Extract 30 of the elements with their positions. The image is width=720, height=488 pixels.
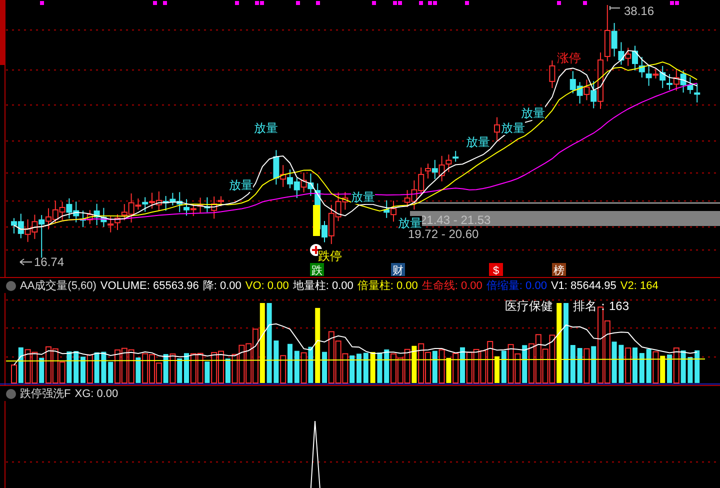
indicator-title: AA成交量(5,60) bbox=[20, 278, 96, 293]
signal-label: 放量 bbox=[229, 178, 253, 192]
indicator-value: V1: 85644.95 bbox=[550, 280, 616, 292]
signal-label: 放量 bbox=[254, 121, 278, 135]
signal-badge: 跌 bbox=[310, 263, 324, 277]
price-label: 16.74 bbox=[34, 255, 64, 269]
sector-rank: 排名：163 bbox=[573, 298, 630, 315]
price-label: 19.72 - 20.60 bbox=[408, 227, 479, 241]
indicator-value: 降: 0.00 bbox=[202, 279, 242, 293]
signal-label: 放量 bbox=[521, 106, 545, 120]
indicator-value: V2: 164 bbox=[620, 280, 658, 292]
signal-label: 放量 bbox=[398, 216, 422, 230]
indicator-value: VO: 0.00 bbox=[245, 280, 289, 292]
indicator-value: VOLUME: 65563.96 bbox=[100, 280, 199, 292]
signal-label: 放量 bbox=[501, 121, 525, 135]
sector-name: 医疗保健 bbox=[505, 298, 553, 315]
indicator-value: 倍缩量: 0.00 bbox=[486, 278, 547, 293]
signal-label: 跌停 bbox=[318, 249, 342, 263]
signal-label: 涨停 bbox=[557, 51, 581, 65]
indicator-value: 倍量柱: 0.00 bbox=[357, 279, 418, 293]
price-label: 38.16 bbox=[624, 4, 654, 18]
indicator-title: 跌停强洗F bbox=[20, 387, 71, 401]
signal-label: 放量 bbox=[351, 190, 375, 204]
signal-badge: 榜 bbox=[552, 263, 566, 277]
indicator-value: 生命线: 0.00 bbox=[422, 279, 482, 293]
indicator-value: 地量柱: 0.00 bbox=[292, 279, 354, 293]
signal-badge: $ bbox=[489, 263, 503, 277]
signal-badge: 财 bbox=[391, 263, 405, 277]
indicator-value: XG: 0.00 bbox=[74, 388, 118, 400]
signal-label: 放量 bbox=[466, 135, 490, 149]
